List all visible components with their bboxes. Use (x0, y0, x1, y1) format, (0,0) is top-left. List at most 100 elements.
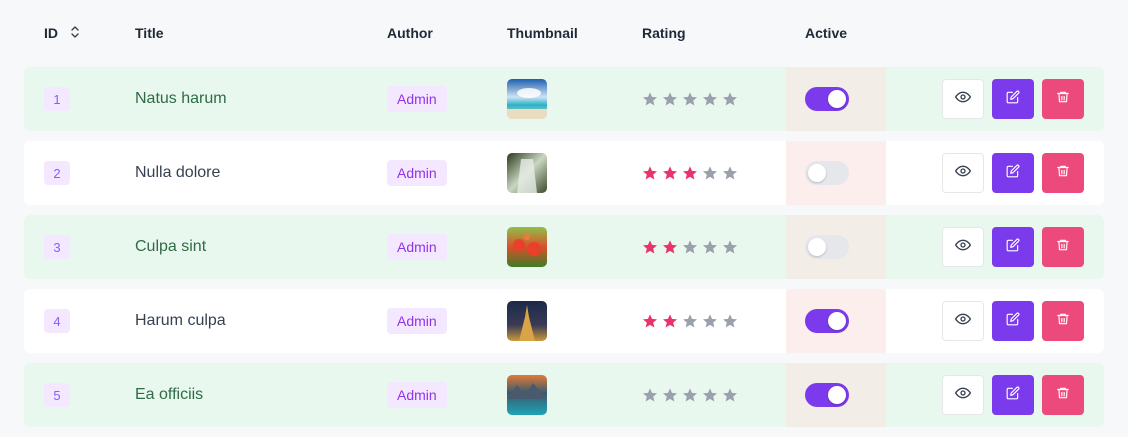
edit-icon (1006, 164, 1020, 183)
row-title: Culpa sint (135, 238, 207, 255)
star-icon[interactable] (642, 387, 658, 403)
toggle-knob (808, 238, 826, 256)
star-icon[interactable] (722, 91, 738, 107)
column-header-author: Author (387, 25, 433, 41)
edit-icon (1006, 312, 1020, 331)
star-icon[interactable] (662, 313, 678, 329)
star-icon[interactable] (642, 91, 658, 107)
star-icon[interactable] (702, 165, 718, 181)
column-header-id-label: ID (44, 25, 58, 41)
edit-button[interactable] (992, 301, 1034, 341)
active-toggle[interactable] (805, 161, 849, 185)
thumbnail-image (507, 153, 547, 193)
star-icon[interactable] (722, 313, 738, 329)
toggle-knob (828, 312, 846, 330)
rating-stars (642, 239, 738, 255)
thumbnail-image (507, 375, 547, 415)
edit-icon (1006, 238, 1020, 257)
active-toggle[interactable] (805, 235, 849, 259)
star-icon[interactable] (722, 239, 738, 255)
author-badge: Admin (387, 382, 447, 408)
data-table: ID Title Author Thumbnail Rating Active … (0, 0, 1128, 437)
view-button[interactable] (942, 79, 984, 119)
rating-stars (642, 387, 738, 403)
active-cell (786, 363, 886, 427)
table-row: 5 Ea officiis Admin (24, 363, 1104, 427)
trash-icon (1056, 238, 1070, 257)
delete-button[interactable] (1042, 79, 1084, 119)
edit-button[interactable] (992, 153, 1034, 193)
star-icon[interactable] (662, 239, 678, 255)
author-badge: Admin (387, 160, 447, 186)
star-icon[interactable] (682, 313, 698, 329)
star-icon[interactable] (662, 91, 678, 107)
table-row: 1 Natus harum Admin (24, 67, 1104, 131)
star-icon[interactable] (642, 165, 658, 181)
edit-icon (1006, 386, 1020, 405)
star-icon[interactable] (722, 165, 738, 181)
id-badge: 5 (44, 383, 70, 407)
active-cell (786, 67, 886, 131)
star-icon[interactable] (662, 387, 678, 403)
rating-stars (642, 165, 738, 181)
view-button[interactable] (942, 375, 984, 415)
id-badge: 2 (44, 161, 70, 185)
edit-button[interactable] (992, 375, 1034, 415)
edit-button[interactable] (992, 227, 1034, 267)
toggle-knob (828, 90, 846, 108)
view-button[interactable] (942, 227, 984, 267)
delete-button[interactable] (1042, 375, 1084, 415)
star-icon[interactable] (682, 239, 698, 255)
eye-icon (955, 89, 971, 110)
thumbnail-image (507, 227, 547, 267)
author-badge: Admin (387, 86, 447, 112)
column-header-title: Title (135, 25, 164, 41)
active-toggle[interactable] (805, 87, 849, 111)
row-title: Ea officiis (135, 386, 204, 403)
toggle-knob (808, 164, 826, 182)
thumbnail-image (507, 301, 547, 341)
column-header-thumbnail: Thumbnail (507, 25, 578, 41)
active-toggle[interactable] (805, 309, 849, 333)
active-cell (786, 289, 886, 353)
star-icon[interactable] (682, 387, 698, 403)
column-header-id[interactable]: ID (44, 24, 80, 43)
rating-stars (642, 313, 738, 329)
star-icon[interactable] (662, 165, 678, 181)
active-toggle[interactable] (805, 383, 849, 407)
table-row: 4 Harum culpa Admin (24, 289, 1104, 353)
row-title: Natus harum (135, 90, 227, 107)
delete-button[interactable] (1042, 301, 1084, 341)
sort-updown-icon[interactable] (70, 25, 80, 43)
edit-icon (1006, 90, 1020, 109)
column-header-rating: Rating (642, 25, 686, 41)
rating-stars (642, 91, 738, 107)
delete-button[interactable] (1042, 227, 1084, 267)
author-badge: Admin (387, 234, 447, 260)
delete-button[interactable] (1042, 153, 1084, 193)
view-button[interactable] (942, 153, 984, 193)
table-row: 3 Culpa sint Admin (24, 215, 1104, 279)
star-icon[interactable] (702, 239, 718, 255)
star-icon[interactable] (642, 313, 658, 329)
star-icon[interactable] (702, 91, 718, 107)
author-badge: Admin (387, 308, 447, 334)
star-icon[interactable] (702, 313, 718, 329)
star-icon[interactable] (702, 387, 718, 403)
view-button[interactable] (942, 301, 984, 341)
eye-icon (955, 163, 971, 184)
toggle-knob (828, 386, 846, 404)
column-header-active: Active (805, 25, 848, 41)
edit-button[interactable] (992, 79, 1034, 119)
trash-icon (1056, 90, 1070, 109)
eye-icon (955, 311, 971, 332)
star-icon[interactable] (722, 387, 738, 403)
star-icon[interactable] (682, 165, 698, 181)
active-cell (786, 215, 886, 279)
star-icon[interactable] (682, 91, 698, 107)
table-header: ID Title Author Thumbnail Rating Active (0, 0, 1128, 66)
id-badge: 3 (44, 235, 70, 259)
trash-icon (1056, 164, 1070, 183)
star-icon[interactable] (642, 239, 658, 255)
row-title: Harum culpa (135, 312, 226, 329)
